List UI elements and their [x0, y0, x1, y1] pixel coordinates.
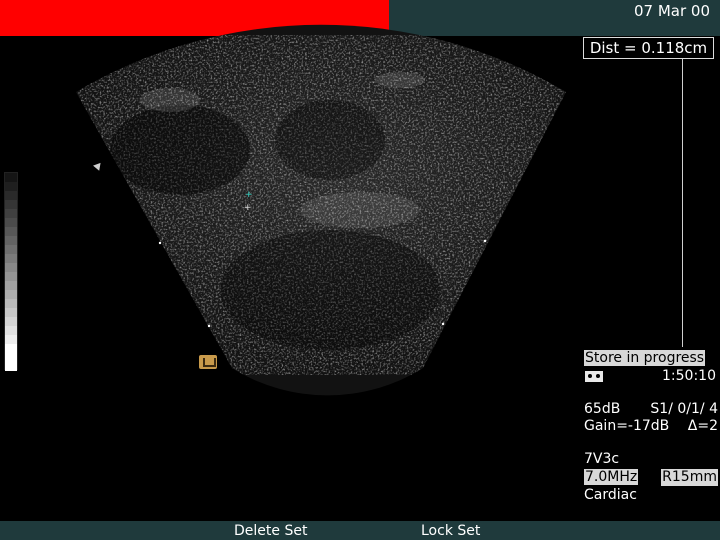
grayscale-bar	[4, 172, 18, 371]
dynamic-range-row: 65dB S1/ 0/1/ 4	[584, 401, 718, 418]
gain-row: Gain=-17dB Δ=2	[584, 418, 718, 435]
application-preset: Cardiac	[584, 487, 637, 503]
delta-value: Δ=2	[687, 418, 718, 434]
delete-set-button[interactable]: Delete Set	[234, 523, 307, 539]
preset-code: S1/ 0/1/ 4	[650, 401, 718, 417]
probe-frequency: 7.0MHz	[584, 469, 639, 485]
store-status: Store in progress	[584, 350, 706, 367]
svg-text:+: +	[245, 190, 253, 200]
softkey-bar: Delete Set Lock Set	[0, 521, 720, 540]
probe-range: R15mm	[661, 469, 718, 486]
tape-time: 1:50:10	[662, 368, 716, 384]
lock-set-button[interactable]: Lock Set	[421, 523, 480, 539]
probe-model: 7V3c	[584, 451, 620, 467]
frequency-row: 7.0MHz R15mm	[584, 469, 718, 486]
cassette-tape-icon	[585, 370, 603, 382]
gain-value: Gain=-17dB	[584, 418, 670, 434]
dynamic-range: 65dB	[584, 401, 621, 417]
store-status-text: Store in progress	[584, 350, 706, 366]
probe-orientation-icon	[199, 355, 217, 369]
tape-status: 1:50:10	[584, 368, 716, 385]
svg-text:+: +	[244, 203, 252, 213]
